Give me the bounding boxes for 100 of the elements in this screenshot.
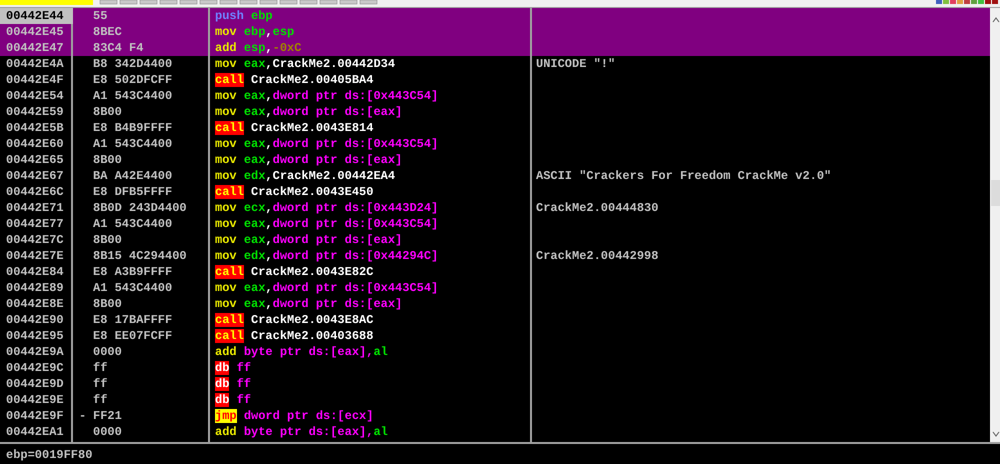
hex-bytes: E8 17BAFFFF [93, 312, 172, 328]
disassembly-cell: add byte ptr ds:[eax],al [215, 425, 388, 439]
disassembly-row[interactable]: 00442E84 E8 A3B9FFFF call CrackMe2.0043E82C [0, 264, 990, 280]
disassembly-row[interactable]: 00442E9C ff db ff [0, 360, 990, 376]
status-text: ebp=0019FF80 [6, 448, 92, 462]
address-cell: 00442E71 [6, 201, 64, 215]
disassembly-cell: call CrackMe2.0043E814 [215, 121, 374, 135]
address-cell: 00442E65 [6, 153, 64, 167]
address-cell: 00442E77 [6, 217, 64, 231]
disassembly-cell: mov edx,CrackMe2.00442EA4 [215, 169, 396, 183]
disassembly-cell: add esp,-0xC [215, 41, 302, 55]
hex-bytes: 8B15 4C294400 [93, 248, 187, 264]
hex-bytes: BA A42E4400 [93, 168, 172, 184]
disassembly-row[interactable]: 00442E65 8B00 mov eax,dword ptr ds:[eax] [0, 152, 990, 168]
hex-bytes: 83C4 F4 [93, 40, 144, 56]
disassembly-row[interactable]: 00442E7C 8B00 mov eax,dword ptr ds:[eax] [0, 232, 990, 248]
hex-bytes: E8 EE07FCFF [93, 328, 172, 344]
disassembly-row[interactable]: 00442E95 E8 EE07FCFF call CrackMe2.00403688 [0, 328, 990, 344]
hex-bytes: 8B0D 243D4400 [93, 200, 187, 216]
disassembly-cell: jmp dword ptr ds:[ecx] [215, 409, 374, 423]
hex-bytes: ff [93, 376, 108, 392]
address-cell: 00442E9F [6, 409, 64, 423]
hex-bytes: ff [93, 360, 108, 376]
disassembly-row[interactable]: 00442E71 8B0D 243D4400 mov ecx,dword ptr ds:[0x443D24] CrackMe2.00444830 [0, 200, 990, 216]
disassembly-cell: mov eax,dword ptr ds:[eax] [215, 105, 402, 119]
disassembly-row[interactable]: 00442E9D ff db ff [0, 376, 990, 392]
disassembly-row[interactable]: 00442E54 A1 543C4400 mov eax,dword ptr ds:[0x443C54] [0, 88, 990, 104]
hex-bytes: 8B00 [93, 232, 122, 248]
hex-bytes: A1 543C4400 [93, 216, 172, 232]
address-cell: 00442E89 [6, 281, 64, 295]
address-cell: 00442E4A [6, 57, 64, 71]
disassembly-row[interactable]: 00442E5B E8 B4B9FFFF call CrackMe2.0043E814 [0, 120, 990, 136]
hex-bytes: FF21 [93, 408, 122, 424]
disassembly-cell: db ff [215, 377, 252, 391]
hex-bytes: 0000 [93, 424, 122, 440]
address-cell: 00442E95 [6, 329, 64, 343]
disassembly-row[interactable]: 00442E90 E8 17BAFFFF call CrackMe2.0043E8AC [0, 312, 990, 328]
comment-cell: UNICODE "!" [536, 57, 616, 71]
address-cell: 00442E4F [6, 73, 64, 87]
scrollbar[interactable] [990, 8, 1000, 442]
hex-bytes: A1 543C4400 [93, 280, 172, 296]
address-cell: 00442E7C [6, 233, 64, 247]
disassembly-row[interactable]: 00442E6C E8 DFB5FFFF call CrackMe2.0043E450 [0, 184, 990, 200]
hex-bytes: A1 543C4400 [93, 136, 172, 152]
address-cell: 00442E9A [6, 345, 64, 359]
disassembly-cell: mov eax,dword ptr ds:[eax] [215, 233, 402, 247]
hex-bytes: ff [93, 392, 108, 408]
disassembly-cell: call CrackMe2.0043E8AC [215, 313, 374, 327]
address-cell: 00442E6C [6, 185, 64, 199]
disassembly-cell: call CrackMe2.0043E82C [215, 265, 374, 279]
disassembly-row[interactable]: 00442E45 8BEC mov ebp,esp [0, 24, 990, 40]
address-cell: 00442E45 [6, 25, 64, 39]
hex-bytes: E8 DFB5FFFF [93, 184, 172, 200]
comment-cell: CrackMe2.00444830 [536, 201, 658, 215]
address-cell: 00442E59 [6, 105, 64, 119]
disassembly-row[interactable]: 00442EA1 0000 add byte ptr ds:[eax],al [0, 424, 990, 440]
disassembly-row[interactable]: 00442E89 A1 543C4400 mov eax,dword ptr ds:[0x443C54] [0, 280, 990, 296]
disassembly-row[interactable]: 00442E4F E8 502DFCFF call CrackMe2.00405BA4 [0, 72, 990, 88]
disassembly-row[interactable]: 00442E9F - FF21 jmp dword ptr ds:[ecx] [0, 408, 990, 424]
hex-bytes: E8 A3B9FFFF [93, 264, 172, 280]
address-cell: 00442EA1 [6, 425, 64, 439]
hex-bytes: 8B00 [93, 296, 122, 312]
disassembly-cell: mov eax,dword ptr ds:[0x443C54] [215, 137, 438, 151]
hex-bytes: A1 543C4400 [93, 88, 172, 104]
disassembly-cell: mov edx,dword ptr ds:[0x44294C] [215, 249, 438, 263]
disassembly-cell: call CrackMe2.00405BA4 [215, 73, 374, 87]
disassembly-row[interactable]: 00442E47 83C4 F4 add esp,-0xC [0, 40, 990, 56]
address-cell: 00442E9E [6, 393, 64, 407]
disassembly-cell: call CrackMe2.00403688 [215, 329, 374, 343]
hex-bytes: 8B00 [93, 104, 122, 120]
disassembly-cell: mov eax,dword ptr ds:[0x443C54] [215, 281, 438, 295]
disassembly-cell: mov ecx,dword ptr ds:[0x443D24] [215, 201, 438, 215]
address-cell: 00442E67 [6, 169, 64, 183]
disassembly-cell: mov ebp,esp [215, 25, 294, 39]
hex-bytes: 8BEC [93, 24, 122, 40]
disassembly-row[interactable]: 00442E44 55 push ebp [0, 8, 990, 24]
comment-cell: ASCII "Crackers For Freedom CrackMe v2.0" [536, 169, 832, 183]
hex-bytes: E8 502DFCFF [93, 72, 172, 88]
disassembly-row[interactable]: 00442E9E ff db ff [0, 392, 990, 408]
address-cell: 00442E9D [6, 377, 64, 391]
disassembly-cell: db ff [215, 393, 252, 407]
disassembly-cell: db ff [215, 361, 252, 375]
disassembly-row[interactable]: 00442E60 A1 543C4400 mov eax,dword ptr ds:[0x443C54] [0, 136, 990, 152]
address-cell: 00442E8E [6, 297, 64, 311]
hex-bytes: 55 [93, 8, 108, 24]
address-cell: 00442E60 [6, 137, 64, 151]
disassembly-row[interactable]: 00442E77 A1 543C4400 mov eax,dword ptr ds:[0x443C54] [0, 216, 990, 232]
disassembly-cell: mov eax,dword ptr ds:[eax] [215, 153, 402, 167]
disassembly-cell: mov eax,dword ptr ds:[eax] [215, 297, 402, 311]
disassembly-cell: call CrackMe2.0043E450 [215, 185, 374, 199]
comment-cell: CrackMe2.00442998 [536, 249, 658, 263]
disassembly-cell: add byte ptr ds:[eax],al [215, 345, 388, 359]
address-cell: 00442E9C [6, 361, 64, 375]
hex-bytes: 0000 [93, 344, 122, 360]
disassembly-cell: mov eax,dword ptr ds:[0x443C54] [215, 89, 438, 103]
hex-bytes: 8B00 [93, 152, 122, 168]
hex-bytes: B8 342D4400 [93, 56, 172, 72]
jump-marker: - [78, 408, 88, 424]
address-cell: 00442E54 [6, 89, 64, 103]
disassembly-cell: push ebp [215, 9, 273, 23]
